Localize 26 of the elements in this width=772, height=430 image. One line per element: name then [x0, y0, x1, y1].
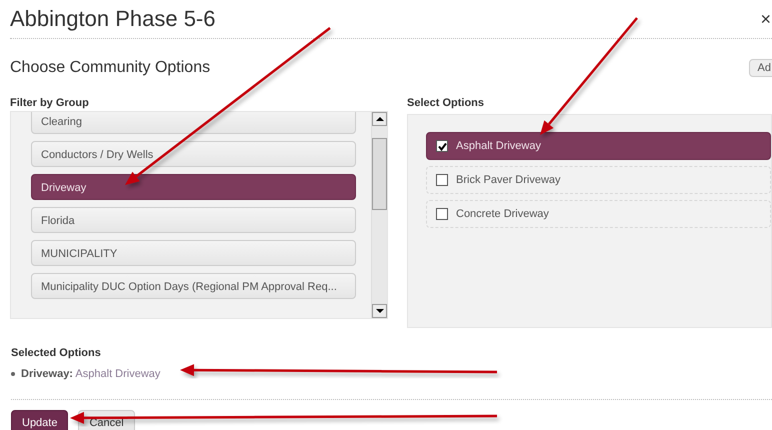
- close-button[interactable]: ×: [760, 8, 771, 30]
- group-item[interactable]: Florida: [31, 207, 356, 233]
- group-item[interactable]: MUNICIPALITY: [31, 240, 356, 266]
- dialog-title: Abbington Phase 5-6: [10, 6, 216, 32]
- options-label: Select Options: [407, 97, 486, 111]
- section-heading: Choose Community Options: [10, 59, 210, 77]
- group-item[interactable]: Municipality DUC Option Days (Regional PM Approval Req...: [31, 273, 356, 299]
- option-label[interactable]: Concrete Driveway: [456, 208, 549, 220]
- scrollbar[interactable]: [371, 112, 387, 318]
- scroll-up-icon[interactable]: [372, 112, 387, 126]
- bullet-icon: [11, 372, 15, 376]
- scroll-thumb[interactable]: [372, 138, 387, 210]
- group-item[interactable]: Conductors / Dry Wells: [31, 141, 356, 167]
- checkbox[interactable]: [436, 208, 448, 220]
- selected-option-text: Driveway: Asphalt Driveway: [21, 368, 160, 380]
- scroll-down-icon[interactable]: [372, 304, 387, 318]
- option-label[interactable]: Brick Paver Driveway: [456, 174, 561, 186]
- group-item[interactable]: Driveway: [31, 174, 356, 200]
- checkbox[interactable]: [436, 140, 448, 152]
- filter-label: Filter by Group: [10, 97, 90, 111]
- option-label[interactable]: Asphalt Driveway: [456, 140, 541, 152]
- checkbox[interactable]: [436, 174, 448, 186]
- group-item[interactable]: Clearing: [31, 112, 356, 134]
- add-button[interactable]: Ad: [748, 59, 772, 77]
- selected-options-label: Selected Options: [11, 347, 102, 361]
- update-button[interactable]: Update: [11, 410, 68, 430]
